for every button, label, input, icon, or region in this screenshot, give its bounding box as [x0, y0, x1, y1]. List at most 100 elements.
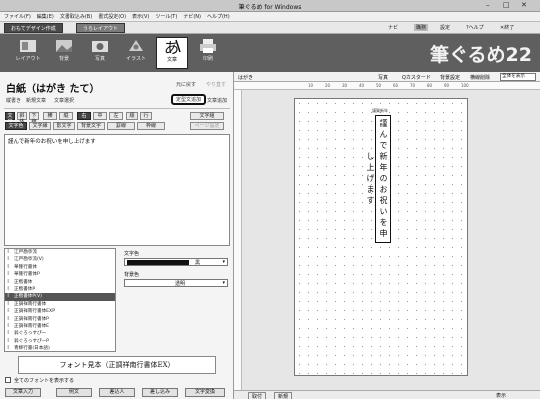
- font-list-item[interactable]: ⁑ 正楷書体P(V): [5, 293, 115, 301]
- toolbar-shadow-button[interactable]: 影文字: [53, 122, 75, 130]
- font-list-item[interactable]: ⁑ 正調祥南行書体EXP: [5, 308, 115, 315]
- font-list-item[interactable]: ⁑ 江戸勘亭流(V): [5, 256, 115, 263]
- exit-button[interactable]: ✕終了: [500, 24, 514, 31]
- minimize-icon[interactable]: –: [486, 1, 490, 9]
- ribbon-illust-button[interactable]: イラスト: [120, 37, 152, 69]
- merge-button[interactable]: 差し込み: [142, 388, 178, 397]
- font-name: 青柳行書(日本語): [14, 346, 50, 352]
- menu-navi[interactable]: ナビ(N): [183, 13, 201, 20]
- toolbar-vertical-button[interactable]: 縦: [59, 112, 73, 120]
- font-list-item[interactable]: ⁑ 青柳行書(日本語): [5, 345, 115, 352]
- toolbar-ruled-line-button[interactable]: 罫線: [107, 122, 135, 130]
- navi-button[interactable]: ナビ: [388, 24, 398, 31]
- close-icon[interactable]: ✕: [521, 1, 527, 9]
- font-list-item[interactable]: ⁑ 翁ぐろっすぴーP: [5, 338, 115, 345]
- toolbar-underline-button[interactable]: 下線: [29, 112, 39, 125]
- maximize-icon[interactable]: □: [503, 1, 510, 9]
- font-list-item[interactable]: ⁑ 華隆行書体P: [5, 271, 115, 278]
- bg-color-value: 透明: [175, 281, 186, 287]
- toolbar-page-setup-button[interactable]: ページ設定: [190, 122, 224, 130]
- ruler-mark: 70: [410, 83, 416, 88]
- toolbar-font-color-button[interactable]: 文字色: [5, 122, 27, 130]
- font-type-icon: ⁑: [7, 301, 10, 307]
- font-list[interactable]: ⁑ 江戸勘亭流 ⁑ 江戸勘亭流(V) ⁑ 華隆行書体 ⁑ 華隆行書体P ⁑ 正楷書体 ⁑ 正楷書体P ⁑…: [4, 248, 116, 352]
- ribbon-layout-button[interactable]: レイアウト: [12, 37, 44, 69]
- font-color-select[interactable]: 黒 ▾: [124, 258, 228, 266]
- ribbon-text-button[interactable]: あ 文章: [156, 37, 188, 69]
- font-list-item[interactable]: ⁑ 翁ぐろっすぴー: [5, 330, 115, 337]
- toolbar-align-left-button[interactable]: 左: [109, 112, 123, 120]
- template-add-button[interactable]: 定型文追加: [171, 94, 207, 105]
- toolbar-frame-button[interactable]: 枠線: [137, 122, 165, 130]
- toolbar-order-button[interactable]: 順: [126, 112, 138, 120]
- font-list-item[interactable]: ⁑ 正調祥南行書体: [5, 301, 115, 308]
- font-list-item[interactable]: ⁑ 正調祥南行書体P: [5, 316, 115, 323]
- status-attach[interactable]: 取付: [248, 392, 267, 399]
- redo-button[interactable]: やり直す: [206, 81, 226, 88]
- status-new[interactable]: 新規: [274, 392, 293, 399]
- ruler-mark: 20: [325, 83, 331, 88]
- ribbon-background-button[interactable]: 背景: [48, 37, 80, 69]
- mode-button[interactable]: 職務: [414, 24, 429, 31]
- menu-format[interactable]: 書式設定(O): [98, 13, 126, 20]
- color-swatch: [127, 260, 189, 265]
- help-button[interactable]: ?ヘルプ: [466, 24, 484, 31]
- insert-person-button[interactable]: 差込人: [99, 388, 135, 397]
- toolbar-italic-button[interactable]: 斜体: [17, 112, 27, 125]
- show-all-fonts-checkbox[interactable]: [5, 377, 11, 383]
- ribbon-print-button[interactable]: 印刷: [192, 37, 224, 69]
- font-type-icon: ⁑: [7, 272, 10, 278]
- ws-qcustard-button[interactable]: Qカスタード: [402, 74, 431, 81]
- text-input-area[interactable]: 謹んで新年のお祝いを申し上げます: [4, 134, 230, 246]
- toolbar-outline-button[interactable]: 文字縁: [29, 122, 51, 130]
- select-text-link[interactable]: 文章選択: [54, 97, 74, 104]
- vertical-text-object[interactable]: 謹んで新年のお祝いを申し上げます: [366, 115, 391, 243]
- undo-button[interactable]: 元に戻す: [176, 81, 196, 88]
- bg-color-select[interactable]: 透明 ▾: [124, 279, 228, 287]
- text-icon: あ: [164, 39, 181, 56]
- toolbar-line-button[interactable]: 行: [140, 112, 152, 120]
- new-text-link[interactable]: 新規文章: [26, 97, 46, 104]
- zoom-select[interactable]: 全体を表示: [500, 73, 536, 81]
- menu-edit[interactable]: 編集(E): [37, 13, 54, 20]
- font-list-item[interactable]: ⁑ 正楷書体: [5, 279, 115, 286]
- ws-bg-settings-button[interactable]: 背景設定: [440, 74, 460, 81]
- font-list-item[interactable]: ⁑ 正楷書体P: [5, 286, 115, 293]
- example-text-button[interactable]: 例文: [56, 388, 92, 397]
- menu-import[interactable]: 文書取込み(B): [60, 13, 92, 20]
- font-type-icon: ⁑: [7, 250, 10, 255]
- add-text-link[interactable]: 文章追加: [207, 97, 227, 104]
- char-convert-button[interactable]: 文字変換: [185, 388, 225, 397]
- ws-photo-button[interactable]: 写真: [378, 74, 388, 81]
- status-view[interactable]: 表示: [496, 392, 506, 399]
- toolbar-horizontal-button[interactable]: 横: [43, 112, 57, 120]
- settings-button[interactable]: 設定: [440, 24, 450, 31]
- toolbar-align-center-button[interactable]: 中: [93, 112, 107, 120]
- font-list-item[interactable]: ⁑ 華隆行書体: [5, 264, 115, 271]
- selected-object-label: 謹賀新年: [372, 108, 388, 113]
- ribbon-photo-label: 写真: [94, 56, 105, 62]
- toolbar-align-right-button[interactable]: 右: [77, 112, 91, 120]
- vertical-writing-link[interactable]: 縦書き: [6, 97, 21, 104]
- toolbar-char-spacing-button[interactable]: 文字組: [190, 112, 224, 120]
- ws-delete-line-button[interactable]: 横線削除: [470, 74, 490, 81]
- tab-back-layout[interactable]: うらレイアウト: [76, 23, 126, 33]
- menu-help[interactable]: ヘルプ(H): [207, 13, 230, 20]
- ruler-mark: 90: [444, 83, 450, 88]
- text-input-button[interactable]: 文章入力: [5, 388, 41, 397]
- layout-icon: [20, 40, 36, 52]
- ribbon-photo-button[interactable]: 写真: [84, 37, 116, 69]
- tab-bar: おもてデザイン作成 うらレイアウト ナビ 職務 設定 ?ヘルプ ✕終了: [0, 22, 540, 34]
- font-name: 華隆行書体: [14, 264, 37, 270]
- tab-front-design[interactable]: おもてデザイン作成: [4, 23, 63, 33]
- menu-view[interactable]: 表示(V): [132, 13, 149, 20]
- menu-tools[interactable]: ツール(T): [155, 13, 177, 20]
- ruler-mark: 50: [376, 83, 382, 88]
- font-list-item[interactable]: ⁑ 正調祥南行書体E: [5, 323, 115, 330]
- menu-file[interactable]: ファイル(F): [4, 13, 31, 20]
- toolbar-bg-text-button[interactable]: 背景文字: [77, 122, 105, 130]
- font-name: 正調祥南行書体: [14, 301, 47, 307]
- text-edit-panel: 白紙（はがき たて） 元に戻す やり直す 縦書き 新規文章 文章選択 定型文追加…: [0, 72, 234, 399]
- toolbar-font-button[interactable]: 文字: [5, 112, 15, 125]
- font-list-item[interactable]: ⁑ 江戸勘亭流: [5, 249, 115, 256]
